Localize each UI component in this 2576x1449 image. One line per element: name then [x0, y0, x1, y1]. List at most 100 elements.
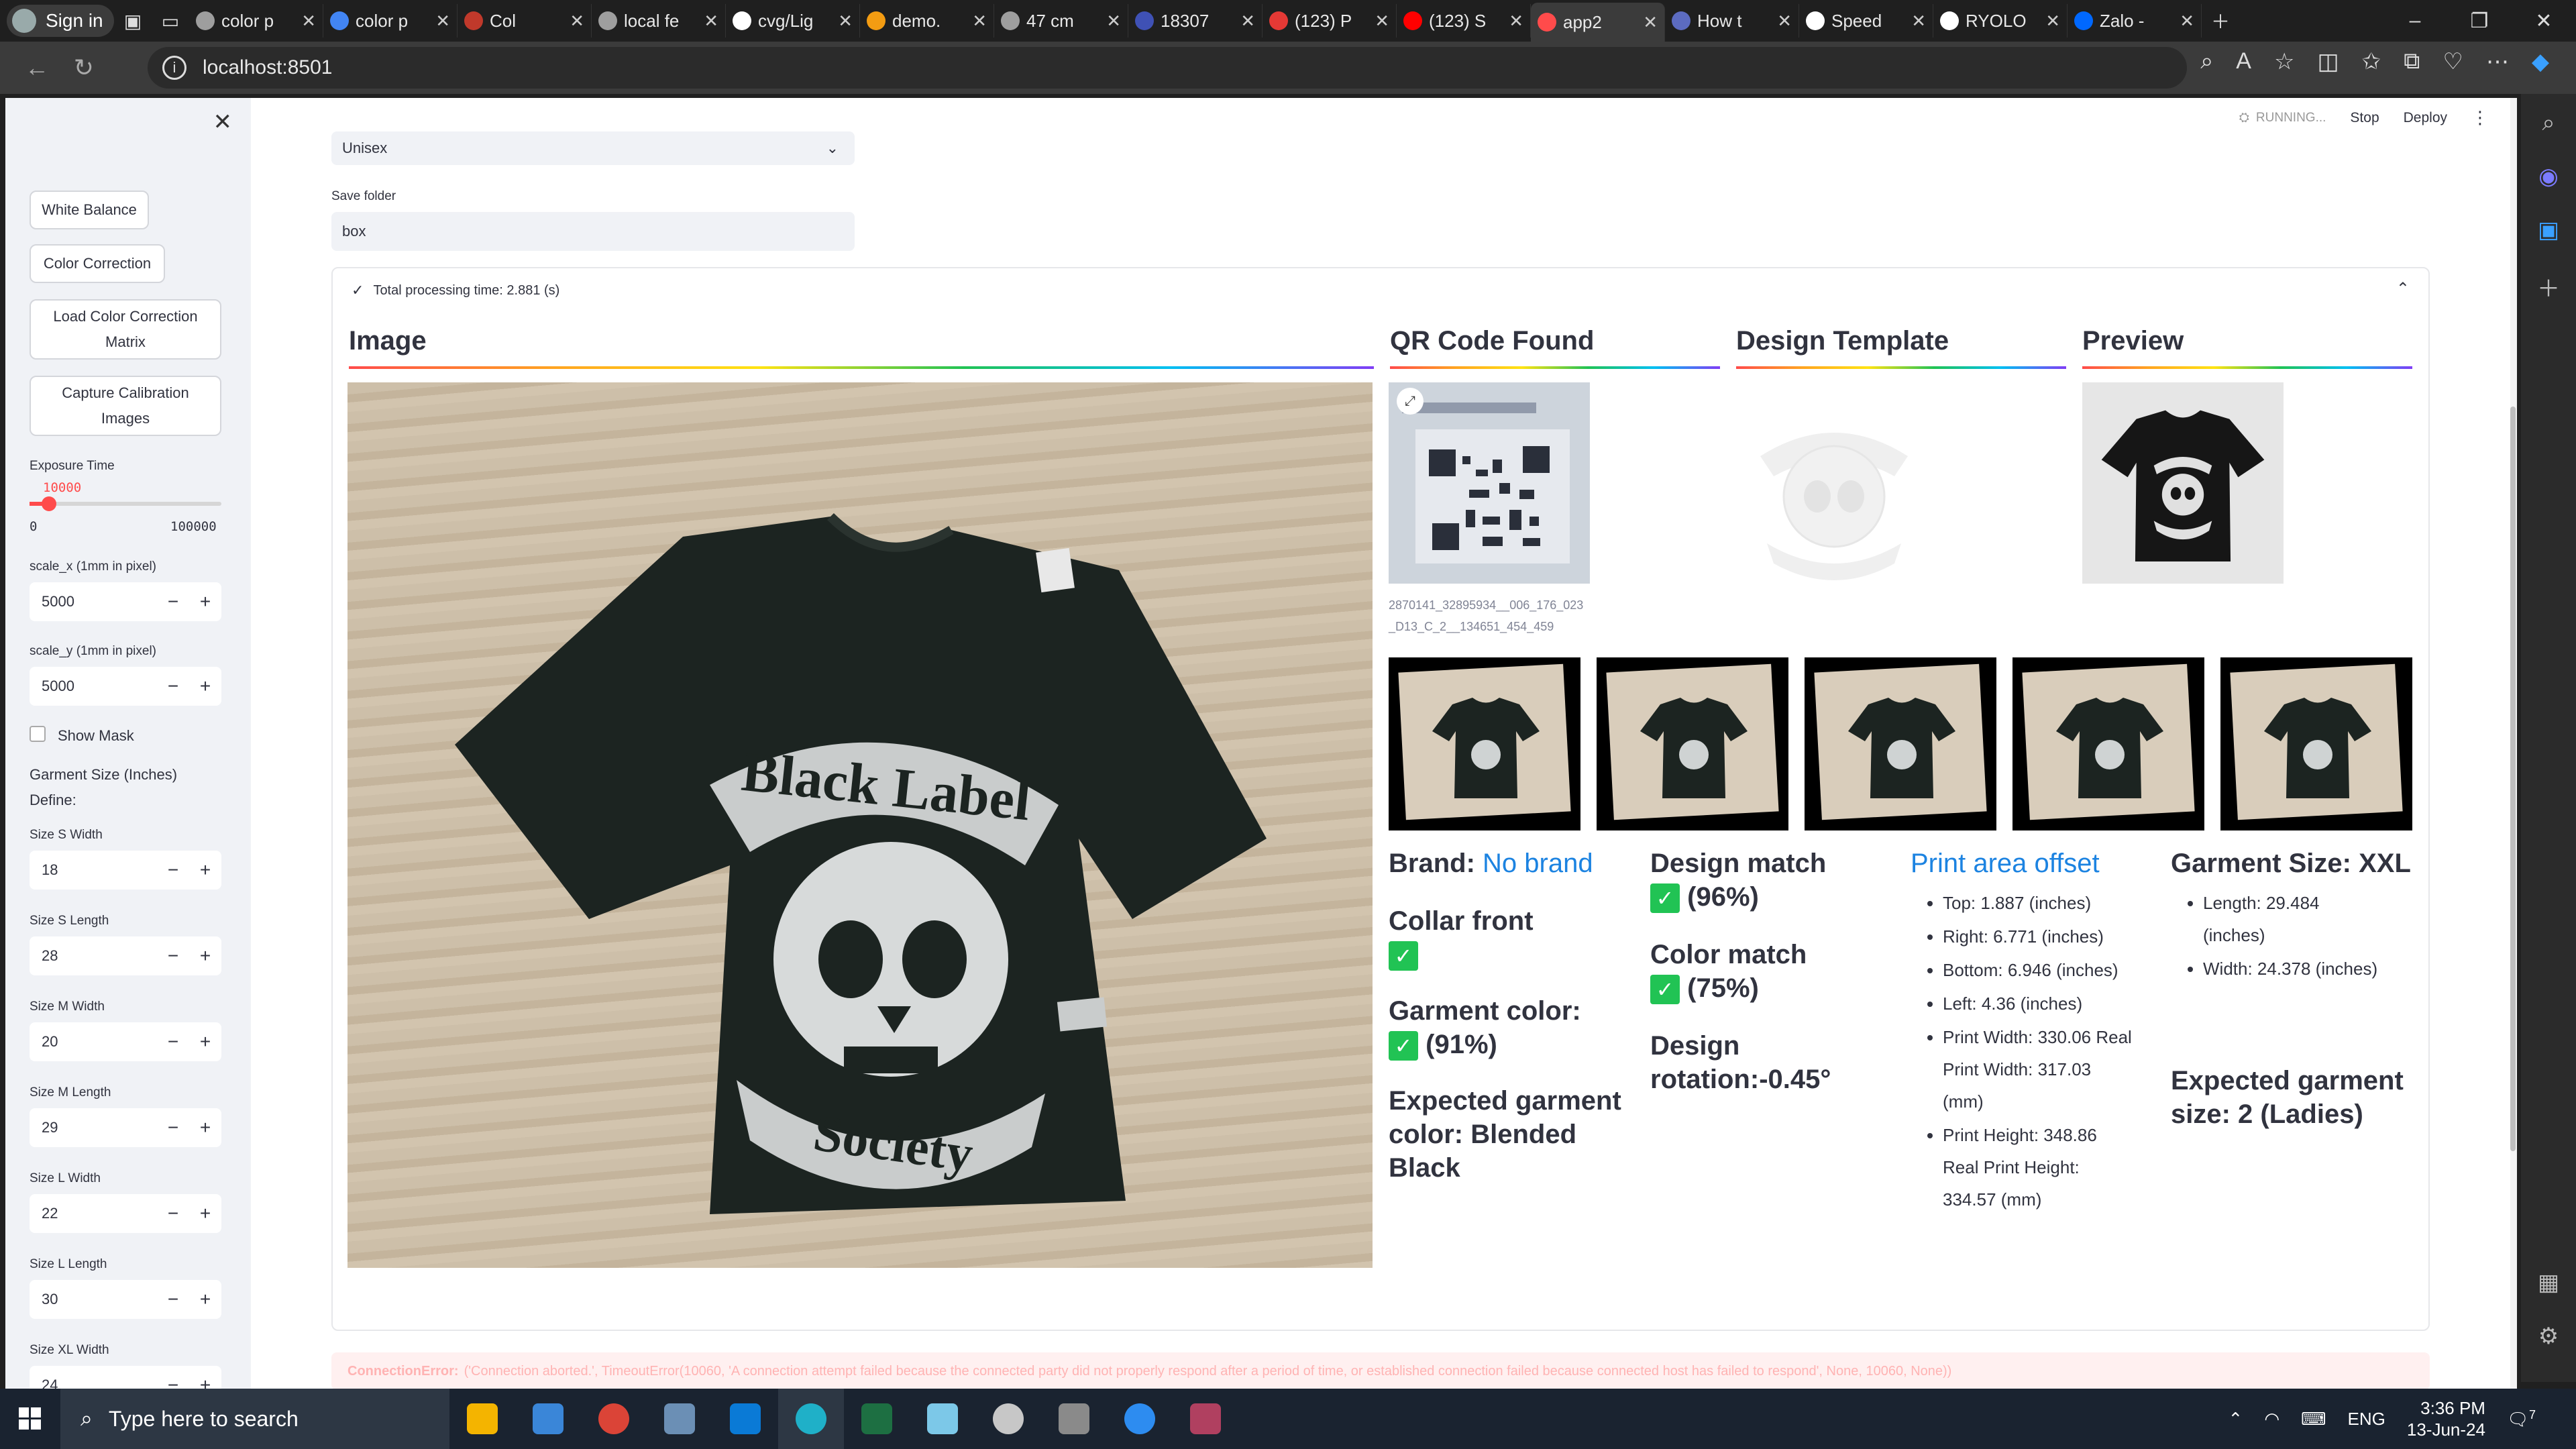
- tab-close-icon[interactable]: ✕: [1106, 11, 1121, 32]
- taskbar-paint[interactable]: [975, 1389, 1041, 1449]
- read-aloud-icon[interactable]: A: [2236, 48, 2251, 75]
- size-field-value[interactable]: 20: [30, 1033, 157, 1051]
- new-tab-icon[interactable]: ＋: [2202, 2, 2239, 40]
- scale-x-decrement[interactable]: −: [157, 591, 189, 612]
- taskbar-search[interactable]: ⌕ Type here to search: [60, 1389, 449, 1449]
- back-icon[interactable]: ←: [13, 54, 60, 82]
- tab-close-icon[interactable]: ✕: [301, 11, 316, 32]
- browser-tab[interactable]: app2 ✕: [1531, 3, 1665, 42]
- size-field-value[interactable]: 28: [30, 947, 157, 965]
- more-icon[interactable]: ⋯: [2486, 48, 2509, 75]
- size-increment[interactable]: +: [189, 1203, 221, 1224]
- gender-select[interactable]: Unisex ⌄: [331, 131, 855, 165]
- tab-close-icon[interactable]: ✕: [1240, 11, 1255, 32]
- capture-calibration-button[interactable]: Capture Calibration Images: [30, 376, 221, 436]
- split-screen-icon[interactable]: ◫: [2317, 48, 2339, 75]
- site-info-icon[interactable]: i: [162, 56, 186, 80]
- size-field-value[interactable]: 30: [30, 1291, 157, 1308]
- white-balance-button[interactable]: White Balance: [30, 191, 149, 229]
- size-decrement[interactable]: −: [157, 1031, 189, 1053]
- search-icon[interactable]: ⌕: [2542, 110, 2555, 136]
- scale-x-increment[interactable]: +: [189, 591, 221, 612]
- browser-tab[interactable]: color p ✕: [189, 4, 323, 38]
- scale-y-value[interactable]: 5000: [30, 678, 157, 695]
- size-field-value[interactable]: 29: [30, 1119, 157, 1136]
- favorite-icon[interactable]: ☆: [2274, 48, 2294, 75]
- tab-close-icon[interactable]: ✕: [972, 11, 987, 32]
- tab-close-icon[interactable]: ✕: [1509, 11, 1523, 32]
- size-field-input[interactable]: 28− +: [30, 936, 221, 975]
- taskbar-vscode[interactable]: [712, 1389, 778, 1449]
- browser-tab[interactable]: Col ✕: [458, 4, 592, 38]
- taskbar-store[interactable]: [515, 1389, 581, 1449]
- taskbar-file-explorer[interactable]: [449, 1389, 515, 1449]
- browser-tab[interactable]: How t ✕: [1665, 4, 1799, 38]
- load-ccm-button[interactable]: Load Color Correction Matrix: [30, 299, 221, 360]
- lang-indicator[interactable]: ENG: [2348, 1409, 2385, 1430]
- taskbar-app[interactable]: [647, 1389, 712, 1449]
- browser-tab[interactable]: Speed ✕: [1799, 4, 1933, 38]
- tab-close-icon[interactable]: ✕: [1643, 12, 1658, 33]
- taskbar-calculator[interactable]: [1041, 1389, 1107, 1449]
- keyboard-icon[interactable]: ⌨: [2301, 1409, 2326, 1430]
- url-field[interactable]: i localhost:8501: [148, 47, 2187, 89]
- wifi-icon[interactable]: ◠: [2264, 1409, 2279, 1430]
- browser-tab[interactable]: local fe ✕: [592, 4, 726, 38]
- clock[interactable]: 3:36 PM 13-Jun-24: [2407, 1397, 2485, 1440]
- refresh-icon[interactable]: ↻: [60, 54, 107, 82]
- tab-actions-icon[interactable]: ▭: [152, 2, 189, 40]
- tab-close-icon[interactable]: ✕: [435, 11, 450, 32]
- copilot-sidebar-icon[interactable]: ◉: [2538, 163, 2559, 190]
- size-field-value[interactable]: 22: [30, 1205, 157, 1222]
- browser-tab[interactable]: demo. ✕: [860, 4, 994, 38]
- browser-tab[interactable]: cvg/Lig ✕: [726, 4, 860, 38]
- minimize-icon[interactable]: –: [2383, 0, 2447, 42]
- scale-x-input[interactable]: 5000 − +: [30, 582, 221, 621]
- browser-tab[interactable]: (123) P ✕: [1263, 4, 1397, 38]
- start-button[interactable]: [0, 1389, 60, 1449]
- tab-close-icon[interactable]: ✕: [2045, 11, 2060, 32]
- tab-close-icon[interactable]: ✕: [2180, 11, 2194, 32]
- close-sidebar-icon[interactable]: ✕: [213, 109, 233, 136]
- scale-y-input[interactable]: 5000 − +: [30, 667, 221, 706]
- tab-close-icon[interactable]: ✕: [1375, 11, 1389, 32]
- scale-x-value[interactable]: 5000: [30, 593, 157, 610]
- expander-header[interactable]: ✓ Total processing time: 2.881 (s): [352, 282, 559, 299]
- stop-button[interactable]: Stop: [2350, 110, 2379, 126]
- taskbar-app2[interactable]: [1173, 1389, 1238, 1449]
- size-decrement[interactable]: −: [157, 945, 189, 967]
- save-folder-input[interactable]: box: [331, 212, 855, 251]
- browser-tab[interactable]: 18307 ✕: [1128, 4, 1263, 38]
- size-increment[interactable]: +: [189, 1117, 221, 1138]
- zoom-icon[interactable]: ⌕: [2200, 48, 2213, 75]
- taskbar-notepad[interactable]: [910, 1389, 975, 1449]
- exposure-slider-handle[interactable]: [41, 496, 56, 511]
- outlook-icon[interactable]: ▣: [2538, 217, 2559, 244]
- main-scrollbar[interactable]: [2510, 98, 2517, 1389]
- expand-image-icon[interactable]: ⤢: [1397, 388, 1424, 415]
- size-field-input[interactable]: 20− +: [30, 1022, 221, 1061]
- tab-close-icon[interactable]: ✕: [1777, 11, 1792, 32]
- collections-icon[interactable]: ⧉: [2404, 48, 2420, 75]
- size-increment[interactable]: +: [189, 945, 221, 967]
- size-decrement[interactable]: −: [157, 1117, 189, 1138]
- size-increment[interactable]: +: [189, 859, 221, 881]
- taskbar-zalo[interactable]: [1107, 1389, 1173, 1449]
- restore-icon[interactable]: ❐: [2447, 0, 2512, 42]
- tab-close-icon[interactable]: ✕: [704, 11, 718, 32]
- browser-tab[interactable]: color p ✕: [323, 4, 458, 38]
- size-increment[interactable]: +: [189, 1289, 221, 1310]
- tab-close-icon[interactable]: ✕: [838, 11, 853, 32]
- browser-tab[interactable]: (123) S ✕: [1397, 4, 1531, 38]
- size-decrement[interactable]: −: [157, 1203, 189, 1224]
- show-mask-checkbox[interactable]: [30, 726, 46, 742]
- tab-close-icon[interactable]: ✕: [1911, 11, 1926, 32]
- size-decrement[interactable]: −: [157, 1289, 189, 1310]
- deploy-button[interactable]: Deploy: [2404, 110, 2447, 126]
- tray-chevron-icon[interactable]: ⌃: [2229, 1409, 2243, 1430]
- screenshot-icon[interactable]: ▦: [2538, 1269, 2559, 1296]
- size-field-value[interactable]: 18: [30, 861, 157, 879]
- browser-tab[interactable]: Zalo - ✕: [2068, 4, 2202, 38]
- color-correction-button[interactable]: Color Correction: [30, 244, 165, 283]
- size-increment[interactable]: +: [189, 1031, 221, 1053]
